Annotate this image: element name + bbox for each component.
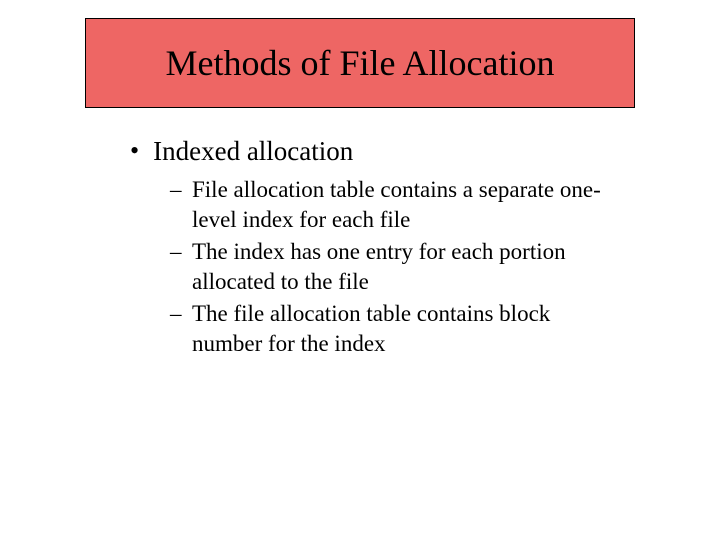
sub-bullet-text: The index has one entry for each portion… <box>192 237 620 297</box>
bullet-item: • Indexed allocation <box>130 135 620 167</box>
sub-bullet-item: – The index has one entry for each porti… <box>170 237 620 297</box>
slide-title-box: Methods of File Allocation <box>85 18 635 108</box>
sub-bullet-dash: – <box>170 237 184 267</box>
sub-bullet-dash: – <box>170 175 184 205</box>
sub-bullet-text: File allocation table contains a separat… <box>192 175 620 235</box>
sub-bullet-list: – File allocation table contains a separ… <box>170 175 620 359</box>
sub-bullet-text: The file allocation table contains block… <box>192 299 620 359</box>
slide-title: Methods of File Allocation <box>166 42 555 84</box>
slide-body: • Indexed allocation – File allocation t… <box>130 135 620 361</box>
sub-bullet-dash: – <box>170 299 184 329</box>
bullet-text: Indexed allocation <box>153 135 353 167</box>
bullet-marker: • <box>130 135 139 167</box>
sub-bullet-item: – File allocation table contains a separ… <box>170 175 620 235</box>
sub-bullet-item: – The file allocation table contains blo… <box>170 299 620 359</box>
